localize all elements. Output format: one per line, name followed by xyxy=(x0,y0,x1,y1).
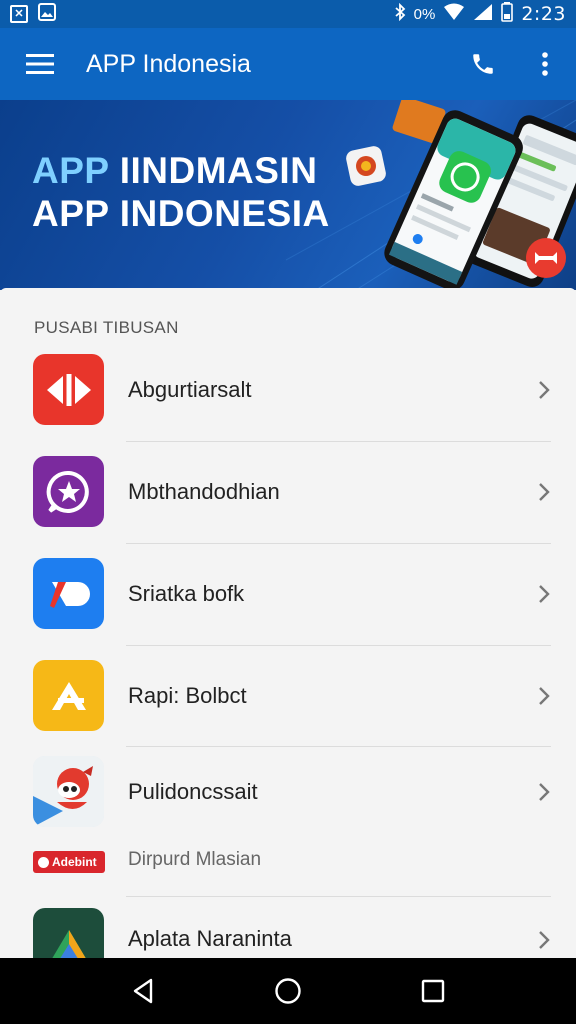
phone-icon xyxy=(473,54,493,74)
promo-banner[interactable]: APP IINDMASIN APP INDONESIA xyxy=(0,100,576,290)
back-button[interactable] xyxy=(113,961,173,1021)
chevron-right-icon xyxy=(539,931,550,949)
menu-icon xyxy=(26,54,54,74)
banner-headline-2: APP INDONESIA xyxy=(32,193,330,234)
clock: 2:23 xyxy=(521,3,566,25)
image-icon xyxy=(38,2,56,26)
app-bar: APP Indonesia xyxy=(0,28,576,100)
list-item-label: Sriatka bofk xyxy=(128,580,245,606)
list-item-label: Pulidoncssait xyxy=(128,778,258,804)
navigation-bar xyxy=(0,958,576,1024)
yellow-a-icon xyxy=(33,660,104,731)
blue-pen-icon xyxy=(33,558,104,629)
recents-button[interactable] xyxy=(403,961,463,1021)
recents-icon xyxy=(422,979,445,1003)
section-header: PUSABI TIBUSAN xyxy=(34,318,179,337)
home-button[interactable] xyxy=(258,961,318,1021)
menu-button[interactable] xyxy=(0,28,80,100)
status-bar: ✕ 0% 2:23 xyxy=(0,0,576,28)
back-icon xyxy=(133,978,152,1004)
notification-icon: ✕ xyxy=(10,5,28,23)
list-item-label: Rapi: Bolbct xyxy=(128,682,247,708)
chevron-right-icon xyxy=(539,380,550,399)
list-item[interactable]: Pulidoncssait xyxy=(0,741,576,842)
list-item-label: Abgurtiarsalt xyxy=(128,376,252,402)
app-list-card: PUSABI TIBUSAN Abgurtiarsalt Mbthandodhi… xyxy=(0,288,576,958)
chevron-right-icon xyxy=(539,782,550,801)
triangle-logo-icon xyxy=(33,908,104,958)
bluetooth-icon xyxy=(394,2,406,26)
more-vert-icon xyxy=(542,52,548,76)
list-item[interactable]: Aplata Naraninta xyxy=(0,888,576,958)
call-button[interactable] xyxy=(452,28,514,100)
sub-badge-text: Adebint xyxy=(52,855,97,869)
purple-chat-icon xyxy=(33,456,104,527)
app-title: APP Indonesia xyxy=(86,49,251,78)
wifi-icon xyxy=(443,3,465,26)
list-item-label: Aplata Naraninta xyxy=(128,926,292,951)
chevron-right-icon xyxy=(539,686,550,705)
signal-icon xyxy=(473,3,493,26)
battery-percent: 0% xyxy=(413,5,436,23)
banner-headline-1-rest: IINDMASIN xyxy=(108,150,318,191)
home-icon xyxy=(275,978,301,1004)
battery-icon xyxy=(501,1,514,27)
chevron-right-icon xyxy=(539,482,550,501)
list-item[interactable]: Sriatka bofk xyxy=(0,543,576,644)
cartoon-mascot-icon xyxy=(33,756,104,827)
red-media-icon xyxy=(33,354,104,425)
list-item[interactable]: Mbthandodhian xyxy=(0,441,576,542)
sub-badge: Adebint xyxy=(33,851,105,873)
sub-row[interactable]: Adebint Dirpurd Mlasian xyxy=(0,839,576,879)
overflow-menu-button[interactable] xyxy=(514,28,576,100)
list-item[interactable]: Rapi: Bolbct xyxy=(0,645,576,746)
list-item[interactable]: Abgurtiarsalt xyxy=(0,339,576,440)
list-item-label: Mbthandodhian xyxy=(128,478,280,504)
banner-headline-1: APP IINDMASIN xyxy=(32,150,318,191)
chevron-right-icon xyxy=(539,584,550,603)
record-icon xyxy=(38,856,49,868)
sub-label: Dirpurd Mlasian xyxy=(128,849,262,870)
phones-illustration xyxy=(346,100,576,290)
